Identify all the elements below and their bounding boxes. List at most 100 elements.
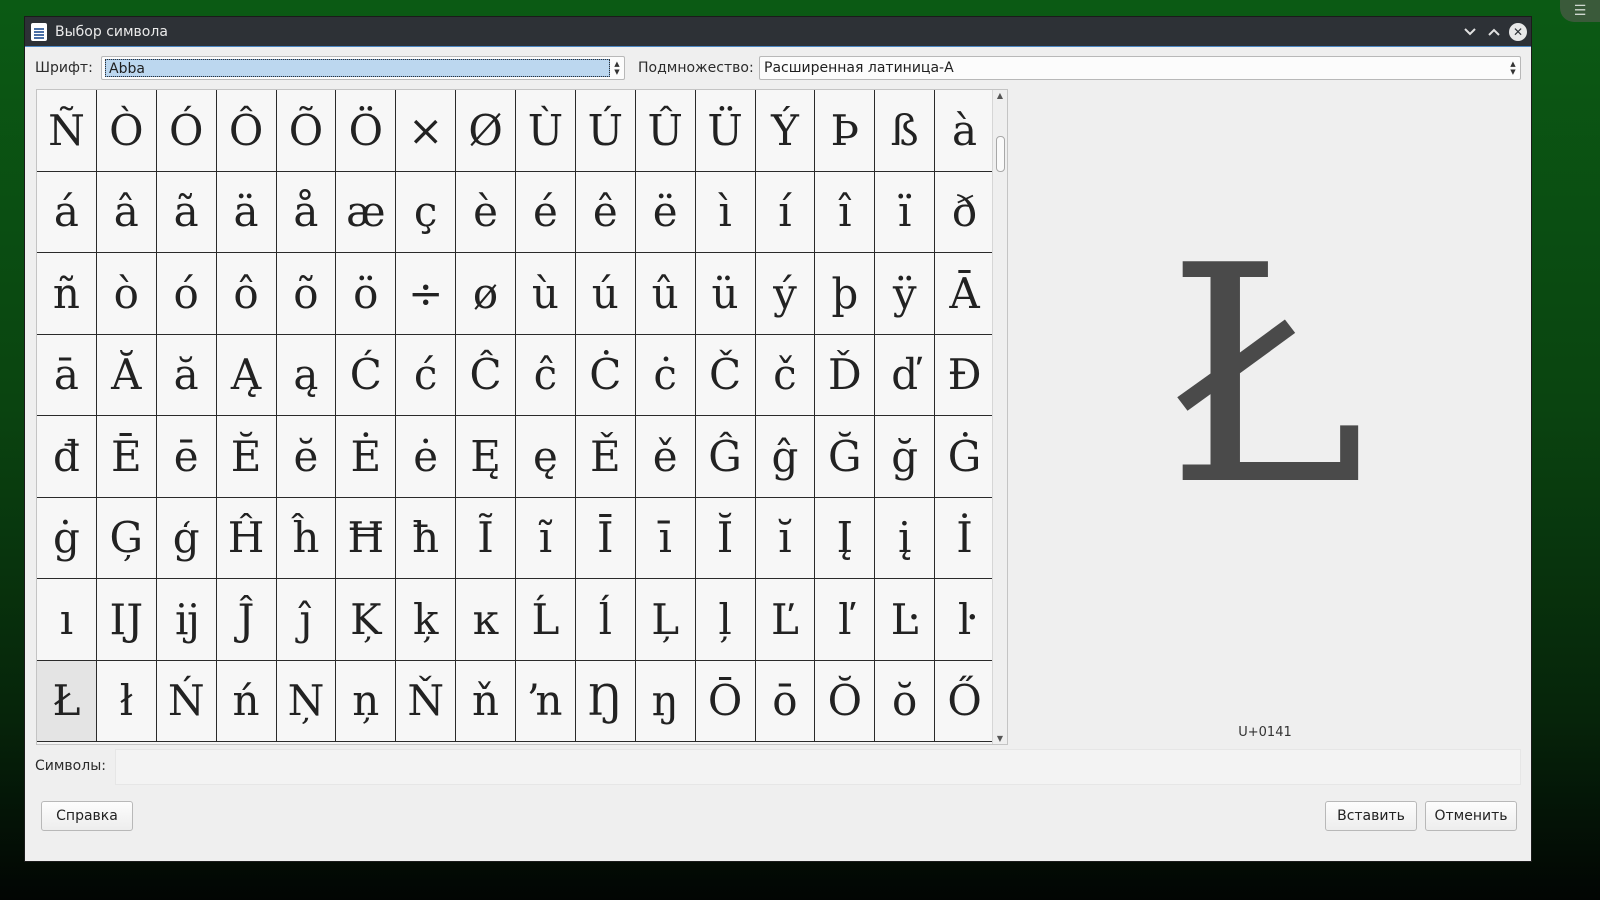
insert-button[interactable]: Вставить	[1325, 801, 1417, 831]
character-cell[interactable]: ô	[216, 253, 277, 335]
character-cell[interactable]: ġ	[37, 497, 97, 579]
character-cell[interactable]: Ł	[37, 660, 97, 742]
character-cell[interactable]: ĵ	[276, 579, 337, 661]
character-cell[interactable]: þ	[815, 253, 876, 335]
scroll-up-icon[interactable]: ▲	[993, 91, 1007, 100]
minimize-button[interactable]	[1459, 21, 1481, 43]
character-cell[interactable]: Ħ	[336, 497, 397, 579]
character-cell[interactable]: ø	[456, 253, 516, 335]
character-cell[interactable]: Ō	[695, 660, 756, 742]
character-cell[interactable]: ò	[96, 253, 157, 335]
character-cell[interactable]: ă	[156, 334, 217, 416]
character-cell[interactable]: Ē	[96, 416, 157, 498]
character-cell[interactable]: ï	[875, 171, 936, 253]
character-cell[interactable]: Ŋ	[575, 660, 636, 742]
character-cell[interactable]: Ŀ	[875, 579, 936, 661]
character-cell[interactable]: Ć	[336, 334, 397, 416]
character-cell[interactable]: Į	[815, 497, 876, 579]
character-cell[interactable]: í	[755, 171, 816, 253]
character-cell[interactable]: ĥ	[276, 497, 337, 579]
character-cell[interactable]: Ľ	[755, 579, 816, 661]
maximize-button[interactable]	[1483, 21, 1505, 43]
character-cell[interactable]: ĺ	[575, 579, 636, 661]
character-cell[interactable]: Ą	[216, 334, 277, 416]
character-cell[interactable]: Ó	[156, 90, 217, 172]
character-cell[interactable]: è	[456, 171, 516, 253]
spin-arrows-icon[interactable]: ▲ ▼	[1506, 57, 1520, 79]
character-cell[interactable]: Ĥ	[216, 497, 277, 579]
character-cell[interactable]: Ĵ	[216, 579, 277, 661]
character-cell[interactable]: Ī	[575, 497, 636, 579]
character-cell[interactable]: ċ	[635, 334, 696, 416]
character-cell[interactable]: Ń	[156, 660, 217, 742]
spin-arrows-icon[interactable]: ▲ ▼	[610, 57, 624, 79]
character-cell[interactable]: Ę	[456, 416, 516, 498]
character-cell[interactable]: ę	[516, 416, 576, 498]
character-cell[interactable]: å	[276, 171, 337, 253]
grid-scrollbar[interactable]: ▲ ▼	[992, 90, 1007, 744]
character-cell[interactable]: ħ	[396, 497, 457, 579]
character-cell[interactable]: ×	[396, 90, 457, 172]
character-cell[interactable]: č	[755, 334, 816, 416]
character-cell[interactable]: Ñ	[37, 90, 97, 172]
character-cell[interactable]: ÿ	[875, 253, 936, 335]
character-cell[interactable]: Õ	[276, 90, 337, 172]
character-cell[interactable]: ć	[396, 334, 457, 416]
scrollbar-thumb[interactable]	[996, 136, 1005, 172]
character-cell[interactable]: Ļ	[635, 579, 696, 661]
character-cell[interactable]: ņ	[336, 660, 397, 742]
character-cell[interactable]: ķ	[396, 579, 457, 661]
character-cell[interactable]: Ě	[575, 416, 636, 498]
character-cell[interactable]: Ň	[396, 660, 457, 742]
character-cell[interactable]: ë	[635, 171, 696, 253]
character-cell[interactable]: Ģ	[96, 497, 157, 579]
character-cell[interactable]: Č	[695, 334, 756, 416]
character-cell[interactable]: ê	[575, 171, 636, 253]
character-cell[interactable]: Ĳ	[96, 579, 157, 661]
character-cell[interactable]: ĳ	[156, 579, 217, 661]
character-cell[interactable]: Ŏ	[815, 660, 876, 742]
character-cell[interactable]: Ĉ	[456, 334, 516, 416]
character-cell[interactable]: Ú	[575, 90, 636, 172]
character-cell[interactable]: ĉ	[516, 334, 576, 416]
character-cell[interactable]: î	[815, 171, 876, 253]
font-combobox-value[interactable]: Abba	[105, 59, 610, 77]
help-button[interactable]: Справка	[41, 801, 133, 831]
character-cell[interactable]: õ	[276, 253, 337, 335]
character-cell[interactable]: Ĝ	[695, 416, 756, 498]
character-cell[interactable]: ì	[695, 171, 756, 253]
character-cell[interactable]: ń	[216, 660, 277, 742]
character-cell[interactable]: Ý	[755, 90, 816, 172]
character-cell[interactable]: ā	[37, 334, 97, 416]
character-cell[interactable]: à	[935, 90, 995, 172]
character-cell[interactable]: ğ	[875, 416, 936, 498]
character-cell[interactable]: Đ	[935, 334, 995, 416]
character-cell[interactable]: Þ	[815, 90, 876, 172]
character-cell[interactable]: ą	[276, 334, 337, 416]
character-cell[interactable]: ñ	[37, 253, 97, 335]
character-cell[interactable]: Ĭ	[695, 497, 756, 579]
subset-combobox[interactable]: Расширенная латиница-А ▲ ▼	[759, 56, 1521, 80]
character-cell[interactable]: ö	[336, 253, 397, 335]
character-cell[interactable]: Ġ	[935, 416, 995, 498]
character-cell[interactable]: Ă	[96, 334, 157, 416]
character-cell[interactable]: ß	[875, 90, 936, 172]
character-cell[interactable]: ĝ	[755, 416, 816, 498]
character-cell[interactable]: ŏ	[875, 660, 936, 742]
character-cell[interactable]: Ņ	[276, 660, 337, 742]
character-cell[interactable]: į	[875, 497, 936, 579]
character-cell[interactable]: á	[37, 171, 97, 253]
character-cell[interactable]: Û	[635, 90, 696, 172]
character-cell[interactable]: Ö	[336, 90, 397, 172]
symbols-field[interactable]	[115, 749, 1521, 785]
character-cell[interactable]: ý	[755, 253, 816, 335]
character-cell[interactable]: ł	[96, 660, 157, 742]
character-cell[interactable]: ė	[396, 416, 457, 498]
character-cell[interactable]: Ė	[336, 416, 397, 498]
character-cell[interactable]: û	[635, 253, 696, 335]
character-cell[interactable]: Ķ	[336, 579, 397, 661]
character-cell[interactable]: ō	[755, 660, 816, 742]
close-button[interactable]: ✕	[1509, 22, 1527, 41]
cancel-button[interactable]: Отменить	[1425, 801, 1517, 831]
character-cell[interactable]: ň	[456, 660, 516, 742]
